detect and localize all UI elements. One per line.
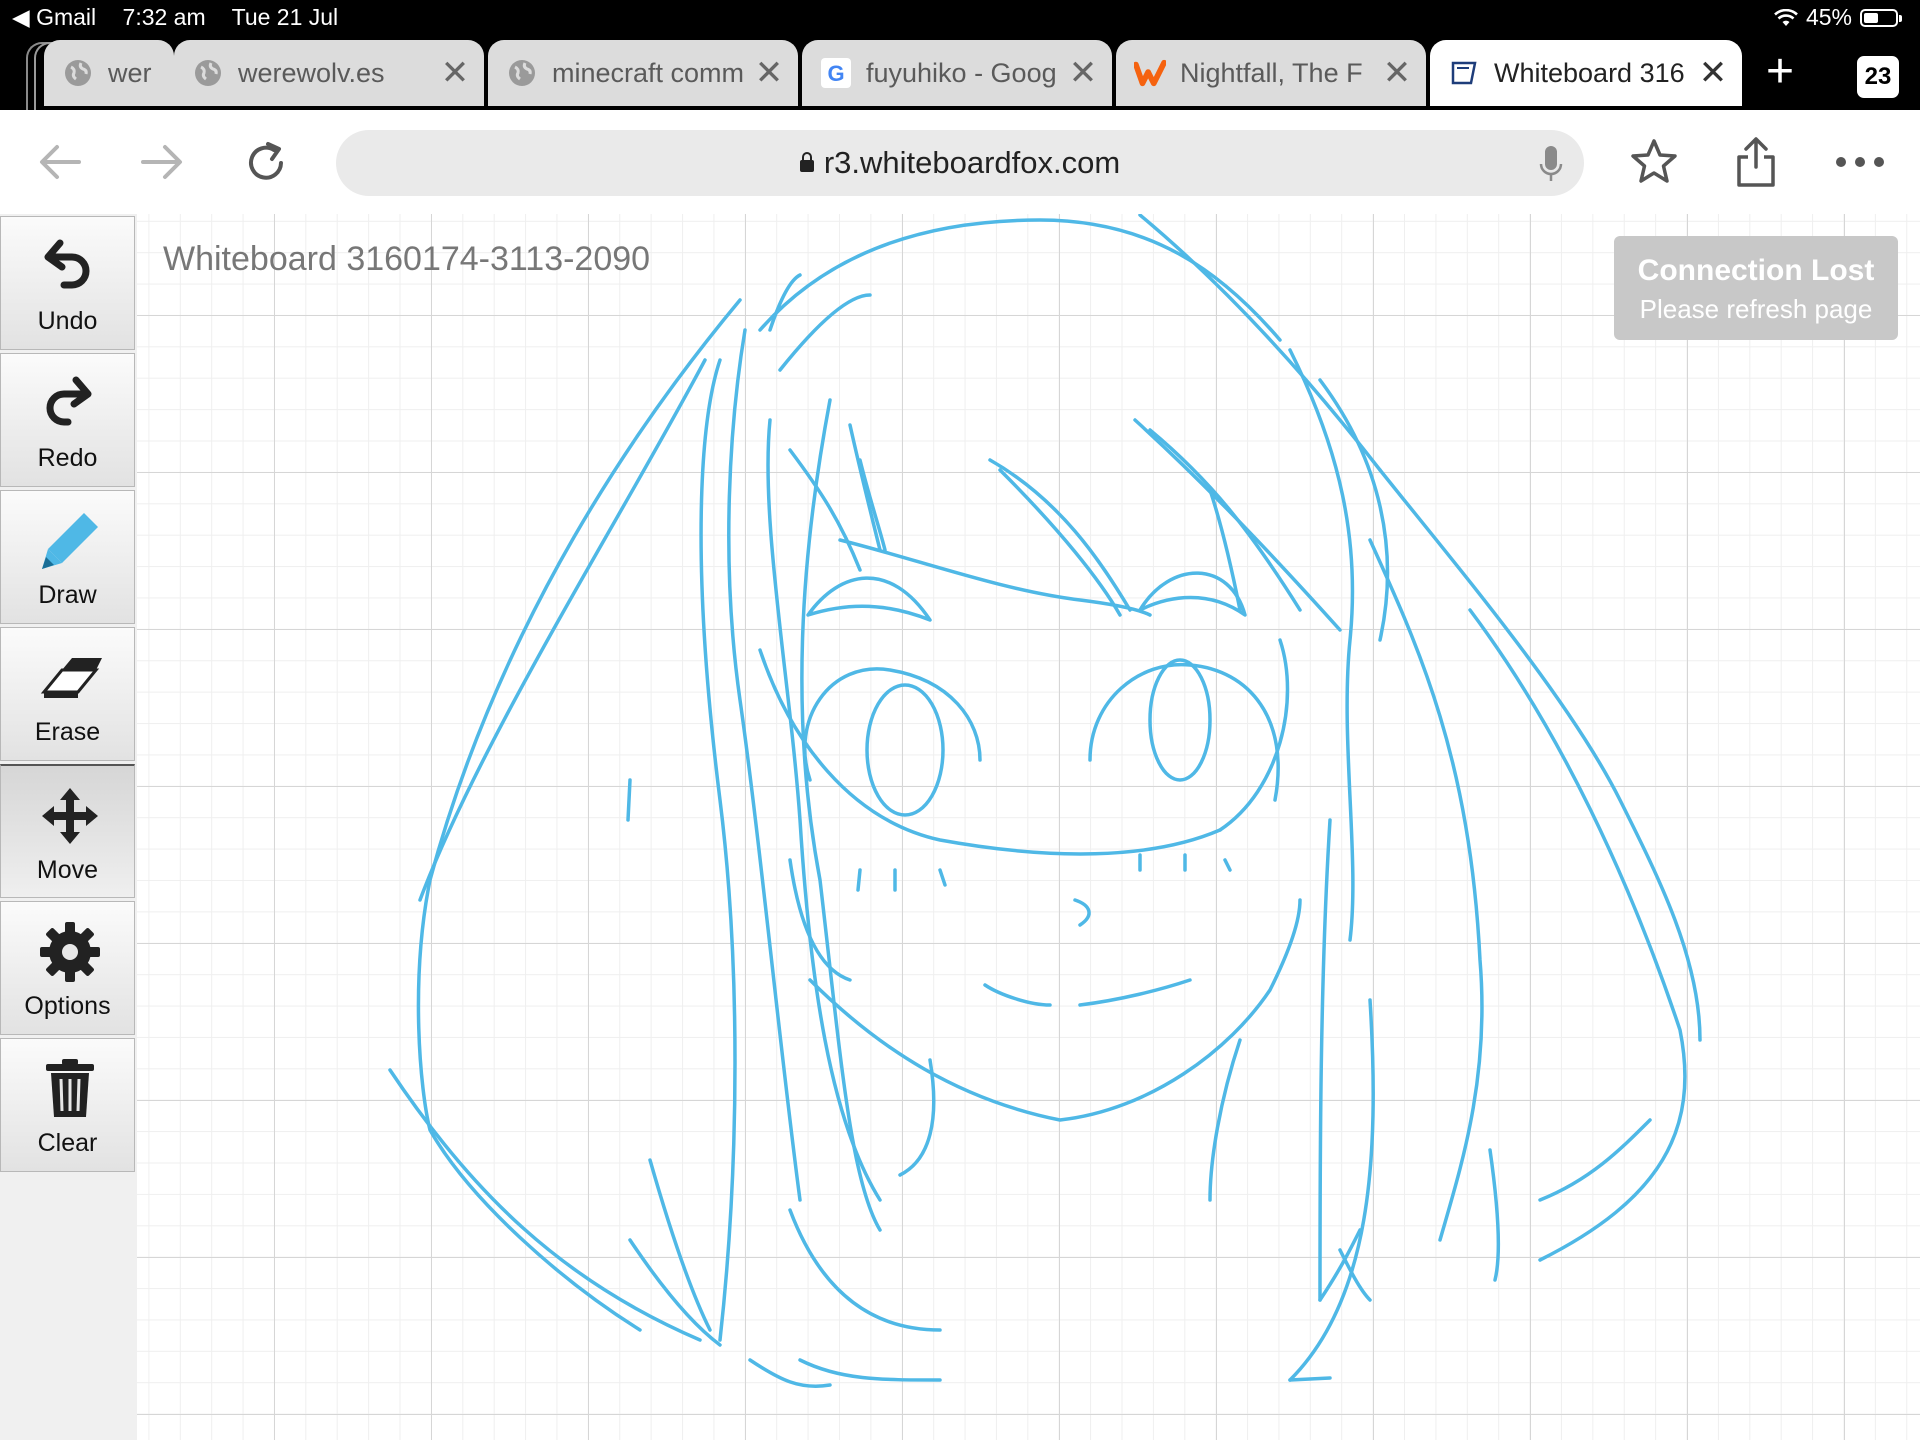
address-bar[interactable]: r3.whiteboardfox.com <box>336 130 1584 196</box>
lock-icon <box>799 152 814 172</box>
share-icon <box>1737 137 1775 187</box>
close-tab-icon[interactable]: ✕ <box>754 56 784 90</box>
sketch-drawing <box>388 214 1702 1388</box>
erase-button[interactable]: Erase <box>0 627 135 761</box>
back-to-app-link[interactable]: ◀ Gmail <box>12 4 96 30</box>
tab-whiteboard[interactable]: Whiteboard 316 ✕ <box>1430 40 1742 106</box>
wifi-icon <box>1774 8 1798 26</box>
tab-count-button[interactable]: 23 <box>1857 56 1899 98</box>
gear-icon <box>40 922 100 982</box>
undo-icon <box>44 239 90 289</box>
connection-heading: Connection Lost <box>1637 254 1875 287</box>
reload-button[interactable] <box>236 132 296 192</box>
globe-icon <box>62 57 94 89</box>
more-dots-icon <box>1836 157 1884 167</box>
globe-icon <box>506 57 538 89</box>
browser-toolbar: r3.whiteboardfox.com <box>0 110 1920 215</box>
pencil-icon <box>42 513 98 569</box>
reload-icon <box>249 142 283 180</box>
google-icon: G <box>820 57 852 89</box>
battery-icon <box>1860 8 1902 27</box>
tab-wer[interactable]: wer <box>44 40 174 106</box>
trash-icon <box>46 1059 94 1117</box>
close-tab-icon[interactable]: ✕ <box>1068 56 1098 90</box>
tab-minecraft[interactable]: minecraft comm ✕ <box>488 40 798 106</box>
move-icon <box>42 788 98 844</box>
more-menu-button[interactable] <box>1830 132 1890 192</box>
globe-icon <box>192 57 224 89</box>
eraser-icon <box>40 658 102 698</box>
new-tab-button[interactable]: + <box>1760 42 1800 102</box>
back-button[interactable] <box>30 132 90 192</box>
options-button[interactable]: Options <box>0 901 135 1035</box>
redo-button[interactable]: Redo <box>0 353 135 487</box>
share-button[interactable] <box>1726 132 1786 192</box>
arrow-left-icon <box>40 145 81 179</box>
status-date: Tue 21 Jul <box>231 4 339 30</box>
redo-icon <box>46 376 92 426</box>
tab-google-search[interactable]: G fuyuhiko - Goog ✕ <box>802 40 1112 106</box>
tab-strip: wer werewolv.es ✕ minecraft comm ✕ G fuy… <box>0 36 1920 112</box>
status-bar: ◀ Gmail 7:32 am Tue 21 Jul 45% <box>0 0 1920 36</box>
undo-button[interactable]: Undo <box>0 216 135 350</box>
url-text: r3.whiteboardfox.com <box>823 145 1121 180</box>
tool-sidebar: Undo Redo Draw Erase Move Options Clear <box>0 214 137 1440</box>
svg-text:G: G <box>827 61 844 86</box>
microphone-icon[interactable] <box>1538 144 1564 184</box>
star-icon <box>1631 139 1677 183</box>
wattpad-icon <box>1134 57 1166 89</box>
bookmark-button[interactable] <box>1624 132 1684 192</box>
close-tab-icon[interactable]: ✕ <box>1698 56 1728 90</box>
connection-lost-notice: Connection Lost Please refresh page <box>1614 236 1898 340</box>
battery-percent: 45% <box>1805 4 1852 30</box>
tab-werewolves[interactable]: werewolv.es ✕ <box>174 40 484 106</box>
status-time: 7:32 am <box>122 4 206 30</box>
close-tab-icon[interactable]: ✕ <box>1382 56 1412 90</box>
whiteboard-title: Whiteboard 3160174-3113-2090 <box>163 240 651 278</box>
connection-message: Please refresh page <box>1639 294 1873 324</box>
forward-button[interactable] <box>132 132 192 192</box>
clear-button[interactable]: Clear <box>0 1038 135 1172</box>
whiteboard-icon <box>1448 57 1480 89</box>
tab-wattpad[interactable]: Nightfall, The F ✕ <box>1116 40 1426 106</box>
close-tab-icon[interactable]: ✕ <box>440 56 470 90</box>
draw-button[interactable]: Draw <box>0 490 135 624</box>
arrow-right-icon <box>141 145 182 179</box>
move-button[interactable]: Move <box>0 764 135 898</box>
whiteboard-canvas[interactable]: Whiteboard 3160174-3113-2090 Connection … <box>137 214 1920 1440</box>
